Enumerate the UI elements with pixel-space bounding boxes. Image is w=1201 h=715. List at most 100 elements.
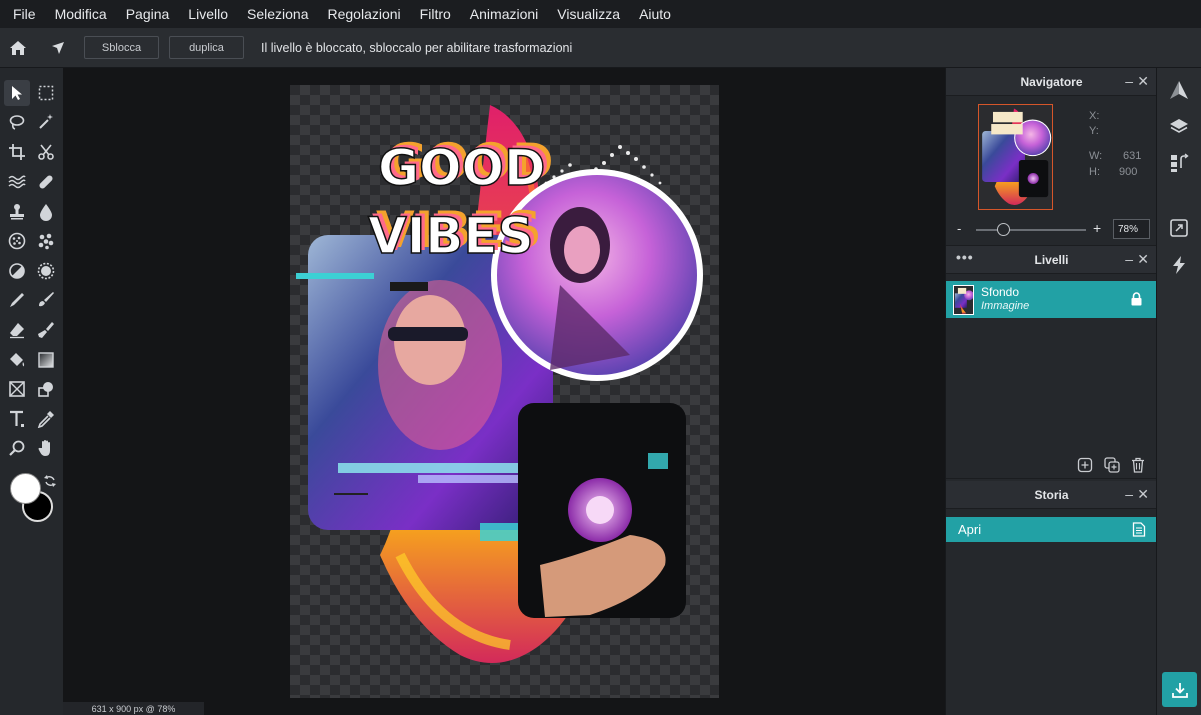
duplicate-layer-icon[interactable] [1104, 457, 1120, 473]
history-minimize-icon[interactable]: – [1125, 486, 1133, 502]
right-panels: Navigatore – ✕ X: Y: W: 631 H: 900 - + 7… [945, 68, 1157, 715]
navigator-header: Navigatore – ✕ [946, 68, 1157, 96]
navigator-body: X: Y: W: 631 H: 900 [946, 96, 1157, 214]
navigator-thumbnail[interactable] [978, 104, 1053, 210]
dodge-burn-icon[interactable] [4, 258, 30, 284]
marquee-select-icon[interactable] [33, 80, 59, 106]
scissors-icon[interactable] [33, 139, 59, 165]
history-steps-icon[interactable] [1168, 152, 1190, 174]
home-icon[interactable] [6, 36, 30, 60]
history-title: Storia [1034, 487, 1069, 502]
menu-pagina[interactable]: Pagina [126, 6, 170, 22]
crop-icon[interactable] [4, 139, 30, 165]
menu-regolazioni[interactable]: Regolazioni [328, 6, 401, 22]
zoom-slider-track[interactable] [976, 229, 1086, 231]
right-dock [1156, 68, 1201, 715]
poster-good-text: GOOD [378, 139, 546, 197]
canvas-workspace[interactable]: GOOD GOOD GOOD VIBES VIBES VIBES [63, 68, 945, 702]
navigator-minimize-icon[interactable]: – [1125, 73, 1133, 89]
magic-wand-icon[interactable] [33, 109, 59, 135]
lock-icon[interactable] [1130, 292, 1143, 306]
menu-filtro[interactable]: Filtro [420, 6, 451, 22]
paint-bucket-icon[interactable] [4, 347, 30, 373]
clone-stamp-icon[interactable] [4, 199, 30, 225]
locked-layer-message: Il livello è bloccato, sbloccalo per abi… [261, 40, 573, 55]
navigator-y-label: Y: [1089, 125, 1099, 137]
layer-name: Sfondo [981, 285, 1020, 299]
eyedropper-icon[interactable] [33, 406, 59, 432]
menu-file[interactable]: File [13, 6, 36, 22]
status-bar: 631 x 900 px @ 78% [63, 702, 945, 715]
tools-panel [0, 68, 63, 715]
select-arrow-icon[interactable] [4, 80, 30, 106]
foreground-color-swatch[interactable] [10, 473, 41, 504]
menu-bar: File Modifica Pagina Livello Seleziona R… [0, 0, 1201, 28]
quick-actions-bolt-icon[interactable] [1168, 254, 1190, 276]
document-icon [1132, 522, 1146, 537]
history-close-icon[interactable]: ✕ [1137, 486, 1149, 503]
layer-thumbnail [953, 285, 974, 315]
options-toolbar: Sblocca duplica Il livello è bloccato, s… [0, 28, 1201, 68]
navigator-close-icon[interactable]: ✕ [1137, 73, 1149, 90]
canvas-size-status: 631 x 900 px @ 78% [63, 702, 204, 715]
blur-drop-icon[interactable] [33, 199, 59, 225]
navigator-h-value: 900 [1119, 166, 1138, 178]
sharpen-gear-icon[interactable] [33, 258, 59, 284]
zoom-in-button[interactable]: + [1093, 220, 1101, 236]
smudge-icon[interactable] [33, 317, 59, 343]
menu-modifica[interactable]: Modifica [55, 6, 107, 22]
unlock-button[interactable]: Sblocca [84, 36, 159, 59]
adjust-triangle-icon[interactable] [1168, 79, 1190, 101]
navigator-x-label: X: [1089, 110, 1100, 122]
layer-item-sfondo[interactable]: Sfondo Immagine [946, 281, 1157, 318]
history-item-label: Apri [958, 522, 982, 537]
text-tool-icon[interactable] [4, 406, 30, 432]
layers-header: ••• Livelli – ✕ [946, 246, 1157, 274]
layers-close-icon[interactable]: ✕ [1137, 251, 1149, 268]
menu-livello[interactable]: Livello [188, 6, 228, 22]
layers-actions-bar [946, 451, 1157, 479]
history-item-apri[interactable]: Apri [946, 517, 1157, 542]
hand-pan-icon[interactable] [33, 435, 59, 461]
history-header: Storia – ✕ [946, 481, 1157, 509]
resize-canvas-icon[interactable] [1168, 217, 1190, 239]
gradient-icon[interactable] [33, 347, 59, 373]
eraser-icon[interactable] [4, 317, 30, 343]
menu-aiuto[interactable]: Aiuto [639, 6, 671, 22]
navigator-w-value: 631 [1123, 150, 1142, 162]
shape-frame-icon[interactable] [4, 376, 30, 402]
layers-more-icon[interactable]: ••• [956, 249, 974, 265]
poster-vibes-text: VIBES [368, 207, 534, 265]
zoom-controls: - + 78% [946, 214, 1157, 246]
pencil-icon[interactable] [4, 287, 30, 313]
zoom-percent-input[interactable]: 78% [1113, 219, 1150, 239]
zoom-magnifier-icon[interactable] [4, 435, 30, 461]
pattern-dots-icon[interactable] [33, 228, 59, 254]
add-layer-icon[interactable] [1077, 457, 1093, 473]
healing-bandage-icon[interactable] [33, 169, 59, 195]
sponge-icon[interactable] [4, 228, 30, 254]
poster-artwork: GOOD GOOD GOOD VIBES VIBES VIBES [296, 105, 703, 663]
menu-visualizza[interactable]: Visualizza [557, 6, 620, 22]
navigator-h-label: H: [1089, 166, 1100, 178]
swap-colors-icon[interactable] [43, 474, 57, 488]
zoom-out-button[interactable]: - [957, 221, 961, 236]
delete-layer-icon[interactable] [1130, 457, 1146, 473]
duplicate-button[interactable]: duplica [169, 36, 244, 59]
lasso-icon[interactable] [4, 109, 30, 135]
download-icon [1171, 682, 1188, 698]
layers-title: Livelli [1034, 252, 1069, 267]
liquify-icon[interactable] [4, 169, 30, 195]
zoom-slider-handle[interactable] [997, 223, 1010, 236]
navigator-w-label: W: [1089, 150, 1103, 162]
brush-icon[interactable] [33, 287, 59, 313]
layers-stack-icon[interactable] [1168, 115, 1190, 137]
menu-seleziona[interactable]: Seleziona [247, 6, 309, 22]
move-tool-icon[interactable] [46, 36, 70, 60]
document-canvas[interactable]: GOOD GOOD GOOD VIBES VIBES VIBES [290, 85, 719, 698]
layers-minimize-icon[interactable]: – [1125, 251, 1133, 267]
photo-editor-app: File Modifica Pagina Livello Seleziona R… [0, 0, 1201, 715]
download-button[interactable] [1162, 672, 1197, 707]
menu-animazioni[interactable]: Animazioni [470, 6, 538, 22]
shapes-icon[interactable] [33, 376, 59, 402]
